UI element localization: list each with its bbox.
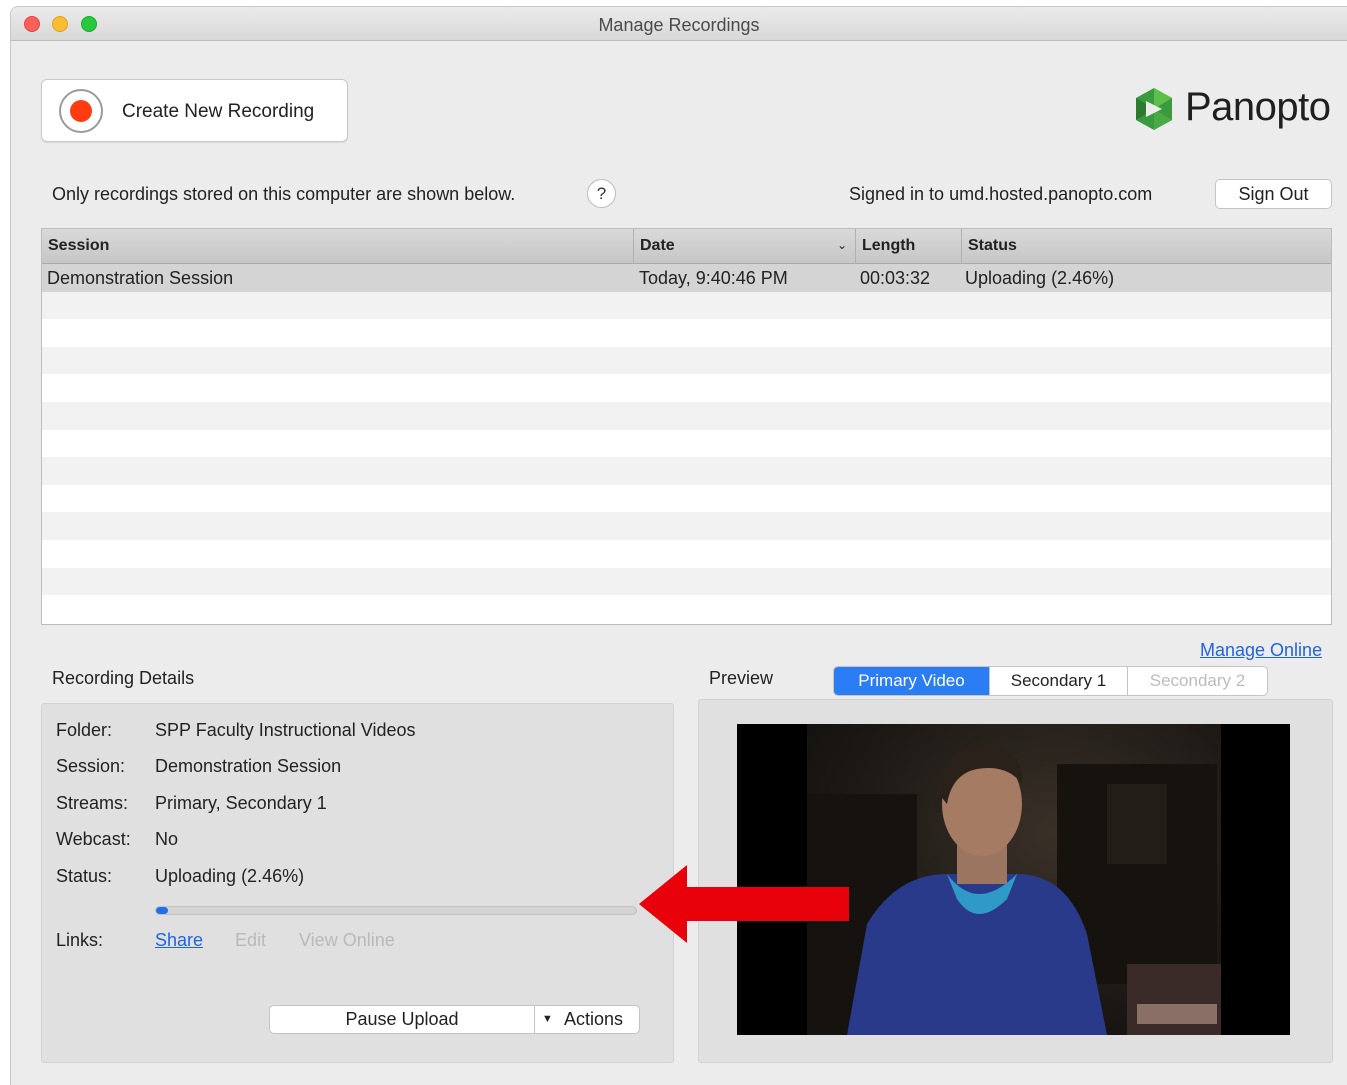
session-value: Demonstration Session — [155, 756, 342, 776]
title-bar: Manage Recordings — [11, 7, 1347, 41]
cell-session: Demonstration Session — [47, 268, 234, 288]
webcast-label: Webcast: — [56, 829, 131, 849]
empty-row — [42, 512, 1331, 540]
column-header-session[interactable]: Session — [42, 229, 633, 264]
cell-length: 00:03:32 — [860, 268, 931, 288]
empty-row — [42, 485, 1331, 513]
upload-progress-bar — [155, 906, 637, 915]
edit-link: Edit — [235, 930, 267, 950]
preview-stream-selector: Primary Video Secondary 1 Secondary 2 — [833, 666, 1268, 696]
empty-row — [42, 430, 1331, 458]
session-label: Session: — [56, 756, 126, 776]
dropdown-caret-icon: ▼ — [542, 1013, 553, 1025]
empty-row — [42, 457, 1331, 485]
recording-details-panel: Folder: SPP Faculty Instructional Videos… — [41, 703, 674, 1063]
folder-value: SPP Faculty Instructional Videos — [155, 720, 416, 740]
upload-progress-fill — [156, 907, 168, 914]
panopto-logo: Panopto — [1132, 83, 1342, 135]
empty-row — [42, 567, 1331, 596]
empty-row — [42, 346, 1331, 375]
signed-in-text: Signed in to umd.hosted.panopto.com — [849, 184, 1153, 204]
window-title: Manage Recordings — [598, 15, 760, 35]
actions-label: Actions — [564, 1009, 624, 1029]
cell-status: Uploading (2.46%) — [965, 268, 1115, 288]
tab-secondary-2: Secondary 2 — [1127, 667, 1267, 695]
upload-action-split-button: Pause Upload ▼ Actions — [269, 1005, 640, 1034]
sign-out-button[interactable]: Sign Out — [1215, 179, 1332, 209]
pause-upload-button[interactable]: Pause Upload — [270, 1006, 535, 1033]
empty-row — [42, 540, 1331, 568]
empty-row — [42, 401, 1331, 430]
empty-row — [42, 595, 1331, 623]
recordings-table: Session Date ⌄ Length Status Demonstratio… — [41, 228, 1332, 625]
actions-dropdown-button[interactable]: ▼ Actions — [536, 1006, 639, 1033]
manage-online-link[interactable]: Manage Online — [1200, 640, 1322, 661]
cell-date: Today, 9:40:46 PM — [639, 268, 788, 288]
preview-heading: Preview — [709, 668, 774, 688]
folder-label: Folder: — [56, 720, 113, 740]
status-value: Uploading (2.46%) — [155, 866, 305, 886]
empty-row — [42, 319, 1331, 347]
panopto-logo-icon — [1136, 88, 1172, 130]
table-header: Session Date ⌄ Length Status — [42, 229, 1331, 264]
tab-primary-video[interactable]: Primary Video — [834, 667, 989, 695]
local-recordings-note: Only recordings stored on this computer … — [52, 184, 516, 204]
create-new-recording-button[interactable]: Create New Recording — [41, 79, 348, 142]
share-link[interactable]: Share — [155, 930, 203, 951]
recording-details-heading: Recording Details — [52, 668, 195, 688]
webcast-value: No — [155, 829, 179, 849]
streams-label: Streams: — [56, 793, 129, 813]
video-frame-image — [807, 724, 1221, 1035]
links-label: Links: — [56, 930, 104, 950]
column-header-length[interactable]: Length — [855, 229, 961, 264]
status-label: Status: — [56, 866, 113, 886]
table-row[interactable]: Demonstration Session Today, 9:40:46 PM … — [42, 264, 1331, 292]
panopto-logo-text: Panopto — [1185, 85, 1331, 129]
table-body: Demonstration Session Today, 9:40:46 PM … — [42, 264, 1331, 623]
record-icon — [59, 89, 103, 133]
empty-row — [42, 374, 1331, 402]
column-header-date[interactable]: Date ⌄ — [633, 229, 855, 264]
sort-descending-icon: ⌄ — [836, 238, 847, 252]
column-header-status[interactable]: Status — [961, 229, 1331, 264]
help-button[interactable]: ? — [587, 179, 616, 208]
empty-row — [42, 291, 1331, 320]
presenter-illustration — [807, 745, 1221, 1035]
view-online-link: View Online — [299, 930, 395, 950]
create-new-recording-label: Create New Recording — [122, 101, 315, 122]
streams-value: Primary, Secondary 1 — [155, 793, 327, 813]
red-arrow-annotation — [639, 865, 849, 943]
tab-secondary-1[interactable]: Secondary 1 — [989, 667, 1127, 695]
